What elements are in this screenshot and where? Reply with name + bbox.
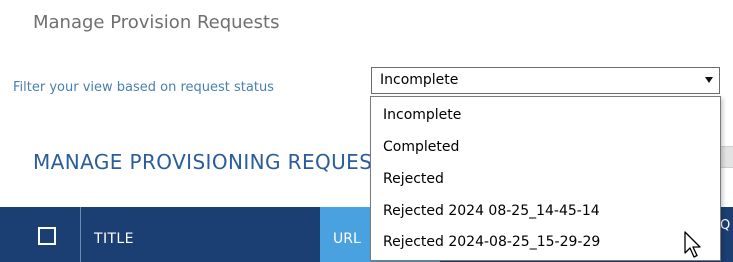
column-header-title[interactable]: TITLE [94,231,134,247]
column-header-url[interactable]: URL [333,231,361,247]
chevron-down-icon[interactable] [705,77,713,83]
section-heading: MANAGE PROVISIONING REQUESTS [33,150,371,174]
filter-label: Filter your view based on request status [13,80,274,95]
dropdown-option-rejected-2024-08-25-15-29-29[interactable]: Rejected 2024-08-25_15-29-29 [383,234,600,250]
toolbar-button-partial[interactable] [720,146,733,168]
status-dropdown-list: Incomplete Completed Rejected Rejected 2… [370,96,721,261]
dropdown-option-rejected-2024-08-25-14-45-14[interactable]: Rejected 2024 08-25_14-45-14 [383,203,600,219]
column-header-partial[interactable]: Q [720,218,730,233]
dropdown-option-completed[interactable]: Completed [383,139,459,155]
checkbox-icon[interactable] [38,227,56,245]
status-filter-selected-value: Incomplete [380,72,459,88]
status-filter-select[interactable]: Incomplete [371,67,720,94]
mouse-pointer-icon [684,231,701,258]
dropdown-option-incomplete[interactable]: Incomplete [383,107,461,123]
page-title: Manage Provision Requests [33,12,280,33]
dropdown-option-rejected[interactable]: Rejected [383,171,444,187]
